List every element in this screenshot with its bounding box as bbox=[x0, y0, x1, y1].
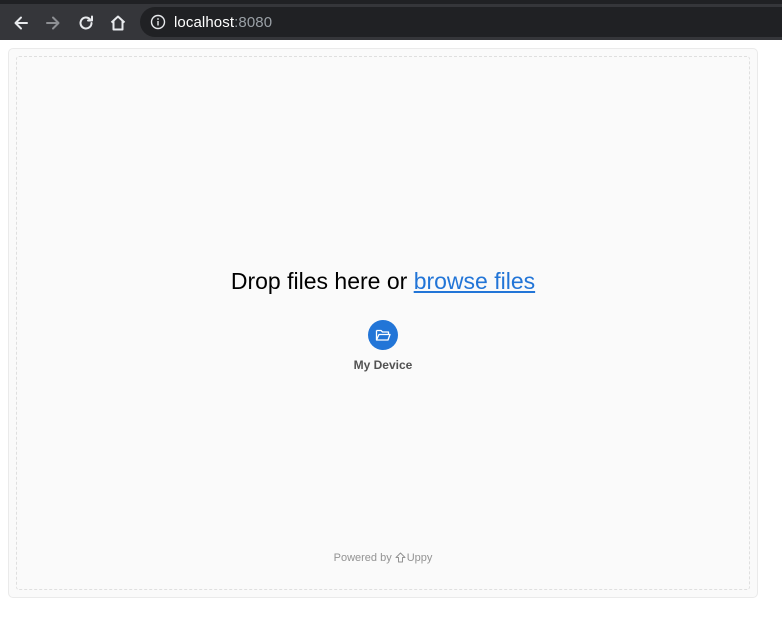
browser-toolbar: localhost:8080 bbox=[0, 0, 782, 40]
browse-files-link[interactable]: browse files bbox=[414, 268, 535, 294]
reload-button[interactable] bbox=[73, 10, 99, 36]
url-host: localhost bbox=[174, 13, 235, 31]
powered-by: Powered by Uppy bbox=[17, 552, 749, 566]
folder-icon bbox=[368, 320, 398, 350]
arrow-left-icon bbox=[14, 16, 28, 30]
my-device-label: My Device bbox=[353, 358, 413, 372]
reload-icon bbox=[79, 15, 93, 30]
drop-text: Drop files here or bbox=[230, 268, 414, 294]
drop-title: Drop files here or browse files bbox=[17, 268, 749, 295]
back-button[interactable] bbox=[8, 10, 34, 36]
forward-button[interactable] bbox=[40, 10, 66, 36]
uppy-logo-icon bbox=[395, 552, 406, 566]
url-text[interactable]: localhost:8080 bbox=[174, 14, 272, 31]
home-icon bbox=[110, 15, 126, 31]
address-bar[interactable]: localhost:8080 bbox=[140, 7, 782, 37]
arrow-right-icon bbox=[46, 16, 60, 30]
drop-zone[interactable]: Drop files here or browse files My Devic… bbox=[16, 56, 750, 590]
my-device-button[interactable]: My Device bbox=[343, 320, 423, 372]
uppy-brand[interactable]: Uppy bbox=[407, 552, 433, 564]
home-button[interactable] bbox=[105, 10, 131, 36]
powered-by-text: Powered by bbox=[333, 552, 392, 564]
info-icon[interactable] bbox=[150, 14, 166, 30]
url-port: :8080 bbox=[234, 13, 273, 31]
uppy-dashboard: Drop files here or browse files My Devic… bbox=[8, 48, 758, 598]
